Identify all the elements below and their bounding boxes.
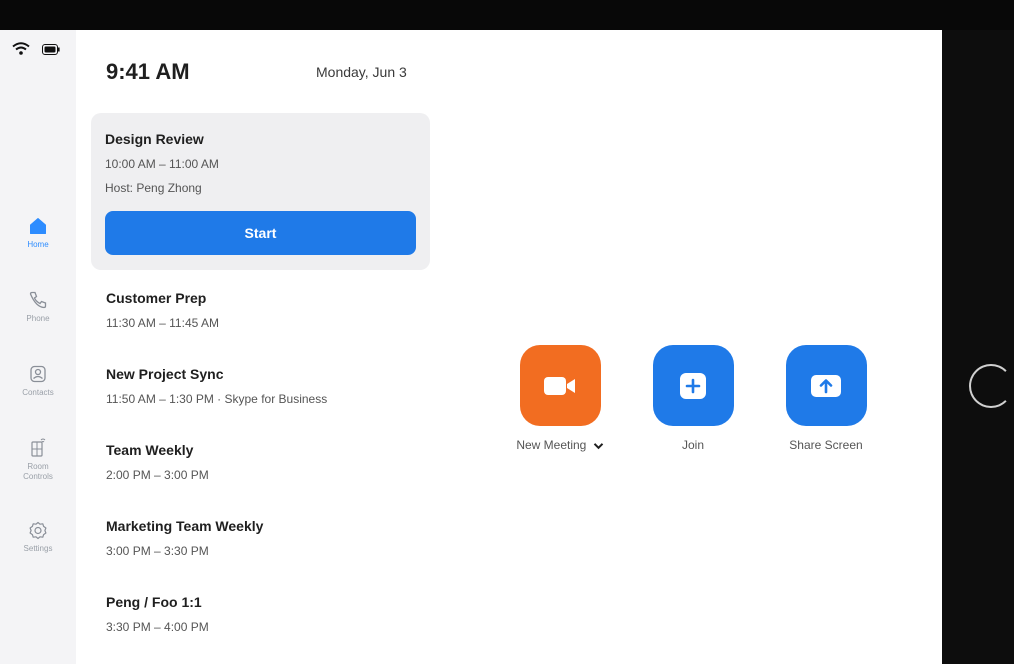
start-button[interactable]: Start [105,211,416,255]
sidebar-item-phone[interactable]: Phone [0,290,76,324]
sidebar-item-contacts[interactable]: Contacts [0,364,76,398]
sidebar-item-label: Contacts [22,388,54,397]
list-item[interactable]: Customer Prep 11:30 AM – 11:45 AM [106,290,426,340]
video-camera-icon [544,376,575,395]
chevron-down-icon[interactable] [593,442,604,450]
new-meeting-button[interactable]: New Meeting [505,345,615,452]
share-screen-button[interactable]: Share Screen [771,345,881,452]
meeting-title: Team Weekly [106,442,194,458]
join-button[interactable]: Join [638,345,748,452]
sidebar: Home Phone Contacts Room Controls Settin… [0,30,76,664]
meeting-title: Peng / Foo 1:1 [106,594,202,610]
sidebar-item-label: Home [27,240,49,249]
room-controls-icon [31,438,46,457]
new-meeting-tile[interactable] [519,345,601,426]
sidebar-item-home[interactable]: Home [0,216,76,250]
list-item[interactable]: Marketing Team Weekly 3:00 PM – 3:30 PM [106,518,426,568]
status-bar [12,42,60,60]
meeting-host: Host: Peng Zhong [105,181,202,195]
sidebar-item-settings[interactable]: Settings [0,520,76,554]
share-screen-tile[interactable] [785,345,867,426]
meeting-time: 11:30 AM – 11:45 AM [106,316,219,330]
phone-icon [29,291,47,309]
wifi-icon [12,42,30,60]
zoom-rooms-screen: Home Phone Contacts Room Controls Settin… [0,30,942,664]
meeting-title: Marketing Team Weekly [106,518,264,534]
clock-date: Monday, Jun 3 [316,64,407,80]
meeting-title: New Project Sync [106,366,224,382]
join-tile[interactable] [652,345,734,426]
sidebar-item-label: Settings [23,544,53,553]
meeting-time: 3:30 PM – 4:00 PM [106,620,209,634]
share-screen-label: Share Screen [789,438,863,452]
new-meeting-text: New Meeting [516,438,587,452]
plus-icon [680,372,706,399]
settings-icon [29,521,47,540]
sidebar-item-label: Room Controls [23,462,53,481]
join-label: Join [681,438,704,452]
battery-icon [42,42,60,60]
clock-time: 9:41 AM [106,59,190,84]
meeting-title: Customer Prep [106,290,207,306]
contacts-icon [30,365,46,383]
meeting-title: Design Review [105,131,204,147]
next-meeting-card: Design Review 10:00 AM – 11:00 AM Host: … [91,113,430,270]
new-meeting-label: New Meeting [505,438,615,452]
meeting-time: 11:50 AM – 1:30 PM · Skype for Business [106,392,328,406]
sidebar-item-room-controls[interactable]: Room Controls [0,436,76,482]
list-item[interactable]: Peng / Foo 1:1 3:30 PM – 4:00 PM [106,594,426,644]
list-item[interactable]: Team Weekly 2:00 PM – 3:00 PM [106,442,426,492]
meeting-time: 3:00 PM – 3:30 PM [106,544,209,558]
share-screen-icon [811,374,841,397]
sidebar-item-label: Phone [26,314,50,323]
list-item[interactable]: New Project Sync 11:50 AM – 1:30 PM · Sk… [106,366,426,416]
meeting-time: 10:00 AM – 11:00 AM [105,157,219,171]
device-home-button[interactable] [969,364,1013,408]
device-bezel [0,0,1014,30]
meeting-time: 2:00 PM – 3:00 PM [106,468,209,482]
home-icon [30,218,46,234]
